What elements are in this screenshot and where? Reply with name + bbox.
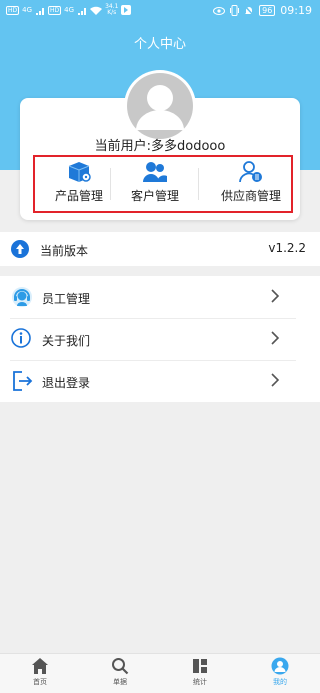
chevron-right-icon [271, 373, 280, 387]
current-version-row: 当前版本 v1.2.2 [0, 232, 320, 266]
tab-documents-label: 单据 [113, 678, 127, 686]
tab-mine[interactable]: 我的 [240, 657, 320, 693]
tab-documents[interactable]: 单据 [80, 657, 160, 693]
tab-home[interactable]: 首页 [0, 657, 80, 693]
signal-label-1: 4G [22, 6, 33, 14]
chevron-right-icon [271, 289, 280, 303]
version-label: 当前版本 [40, 244, 89, 258]
speed-unit: K/s [107, 9, 117, 16]
home-icon [32, 658, 48, 674]
default-avatar-icon [127, 73, 193, 139]
upgrade-arrow-icon [11, 240, 29, 258]
page-title: 个人中心 [133, 37, 186, 52]
customer-management-label: 客户管理 [130, 189, 179, 203]
clock: 09:19 [280, 4, 312, 17]
supplier-icon [239, 161, 262, 183]
vibrate-icon [230, 5, 240, 16]
quick-divider-1 [110, 168, 111, 200]
staff-headset-icon [12, 287, 32, 307]
hd-badge: HD [6, 5, 20, 15]
wifi-icon [90, 6, 103, 15]
quick-divider-2 [198, 168, 199, 200]
hd-badge-2: HD [48, 5, 62, 15]
network-speed: 34.1 K/s [105, 4, 118, 16]
signal-strength-icon-2 [78, 7, 87, 15]
stats-icon [193, 659, 207, 673]
about-us-label: 关于我们 [42, 334, 91, 348]
logout-label: 退出登录 [42, 376, 91, 390]
info-icon [11, 328, 31, 348]
tab-statistics[interactable]: 统计 [160, 657, 240, 693]
current-user-label: 当前用户:多多dodooo [94, 139, 226, 154]
battery-level: 96 [259, 5, 276, 16]
signal-strength-icon [36, 7, 45, 15]
menu-item-logout[interactable]: 退出登录 [0, 360, 320, 402]
tab-home-label: 首页 [33, 678, 47, 686]
staff-management-label: 员工管理 [42, 292, 91, 306]
eye-comfort-icon [213, 6, 226, 15]
product-box-icon [68, 162, 91, 182]
settings-menu: 员工管理 关于我们 退出登录 [0, 276, 320, 402]
bottom-tab-bar: 首页 单据 统计 我的 [0, 653, 320, 693]
logout-icon [13, 371, 33, 391]
search-icon [112, 658, 129, 675]
tab-mine-label: 我的 [273, 678, 287, 686]
menu-item-about-us[interactable]: 关于我们 [0, 318, 320, 360]
version-value: v1.2.2 [268, 241, 306, 255]
app-notification-icon [121, 5, 132, 15]
signal-label-2: 4G [64, 6, 75, 14]
profile-icon [271, 657, 289, 675]
menu-item-staff-management[interactable]: 员工管理 [0, 276, 320, 318]
tab-statistics-label: 统计 [193, 678, 207, 686]
customer-management-button[interactable]: 客户管理 [112, 158, 198, 210]
customers-icon [143, 162, 167, 182]
mute-bell-icon [244, 5, 255, 16]
avatar[interactable] [124, 70, 196, 142]
chevron-right-icon [271, 331, 280, 345]
status-bar: HD 4G HD 4G 34.1 K/s 96 09:19 [0, 0, 320, 24]
supplier-management-button[interactable]: 供应商管理 [208, 158, 294, 210]
supplier-management-label: 供应商管理 [220, 189, 281, 203]
